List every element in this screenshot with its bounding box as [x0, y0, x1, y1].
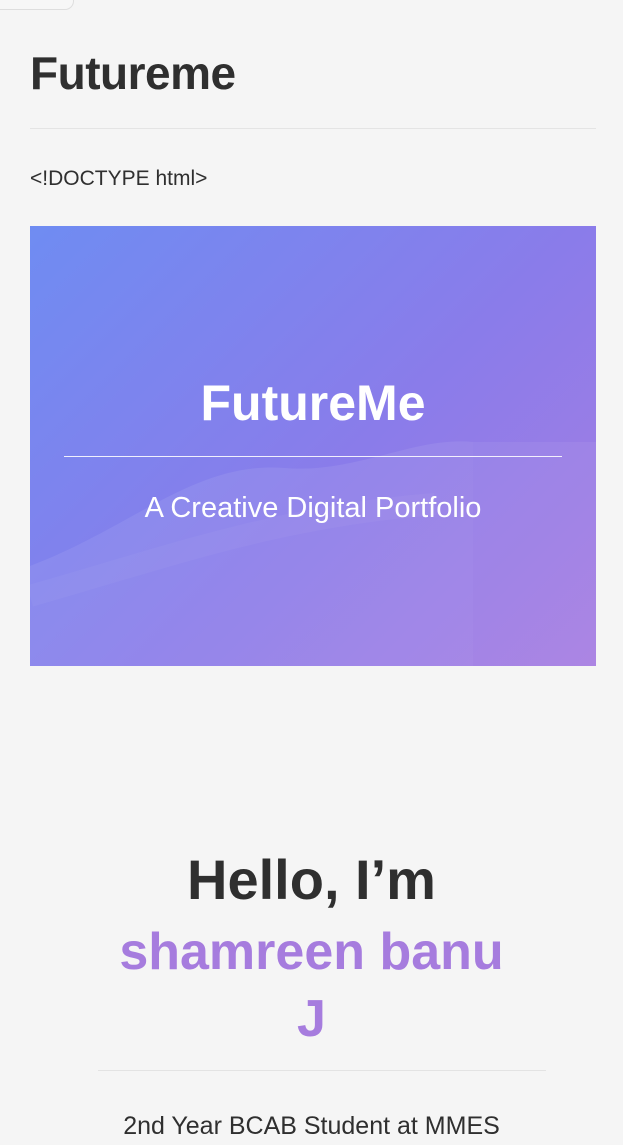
doctype-text: <!DOCTYPE html>	[30, 167, 208, 190]
browser-tab-edge	[0, 0, 74, 10]
person-name-line-2: J	[297, 990, 326, 1048]
title-divider	[30, 128, 596, 129]
hero-background-shape	[30, 441, 596, 666]
page-title: Futureme	[30, 47, 236, 99]
hero-title: FutureMe	[200, 375, 426, 431]
hello-heading: Hello, I’m	[187, 848, 436, 911]
hero-divider	[64, 456, 562, 457]
person-name-line-1: shamreen banu	[119, 923, 504, 981]
student-description: 2nd Year BCAB Student at MMES	[123, 1112, 500, 1140]
portfolio-page: Futureme <!DOCTYPE html> FutureMe A Crea…	[0, 0, 623, 1145]
intro-divider	[98, 1070, 546, 1071]
hero-banner: FutureMe A Creative Digital Portfolio	[30, 226, 596, 666]
hero-subtitle: A Creative Digital Portfolio	[144, 492, 482, 524]
